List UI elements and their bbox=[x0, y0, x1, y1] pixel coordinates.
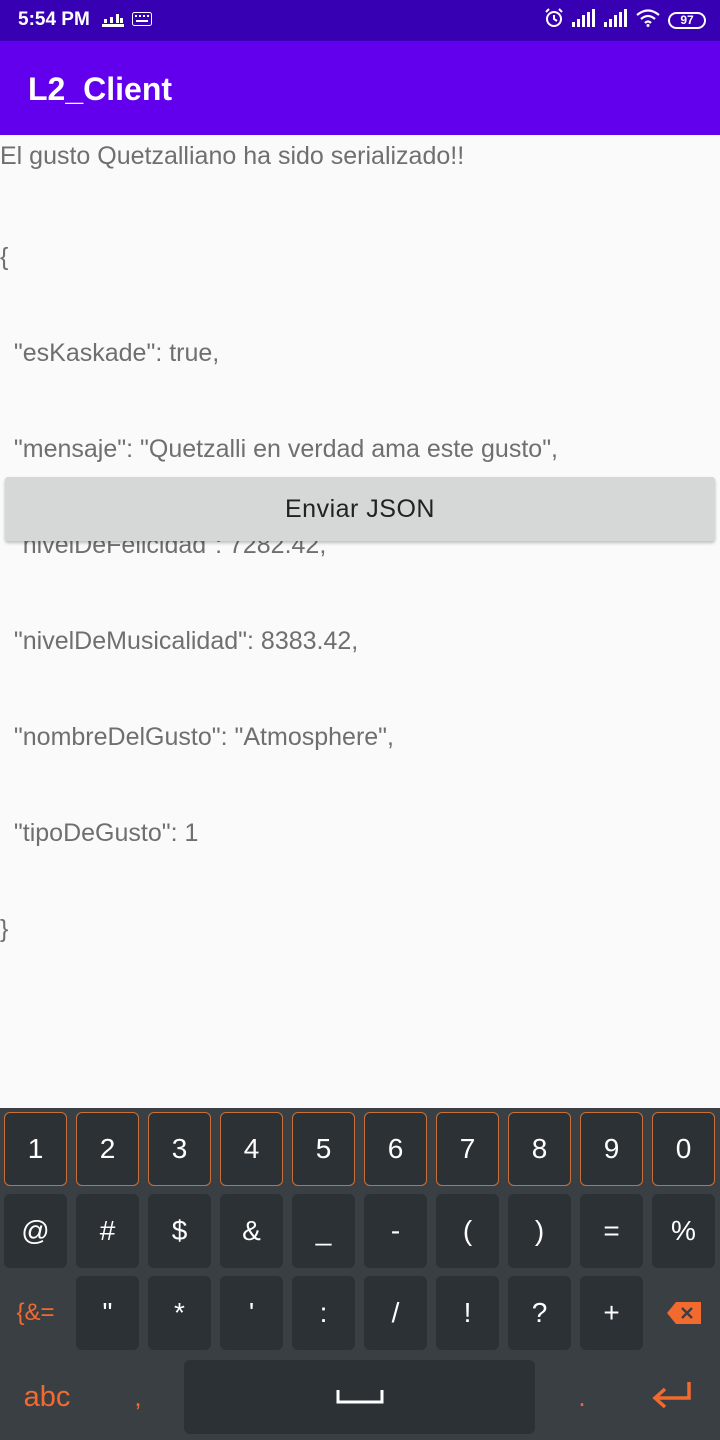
key-7[interactable]: 7 bbox=[436, 1112, 499, 1186]
key-double-quote[interactable]: " bbox=[76, 1276, 139, 1350]
status-bar: 5:54 PM 97 bbox=[0, 0, 720, 41]
key-at[interactable]: @ bbox=[4, 1194, 67, 1268]
signal-icon bbox=[604, 8, 628, 32]
json-line: "nombreDelGusto": "Atmosphere", bbox=[0, 723, 394, 751]
json-line: "mensaje": "Quetzalli en verdad ama este… bbox=[0, 435, 559, 463]
app-title: L2_Client bbox=[28, 71, 173, 107]
signal-icon bbox=[572, 8, 596, 32]
key-asterisk[interactable]: * bbox=[148, 1276, 211, 1350]
status-icons: 97 bbox=[544, 7, 706, 33]
json-line: "nivelDeMusicalidad": 8383.42, bbox=[0, 627, 359, 655]
key-4[interactable]: 4 bbox=[220, 1112, 283, 1186]
key-percent[interactable]: % bbox=[652, 1194, 715, 1268]
key-6[interactable]: 6 bbox=[364, 1112, 427, 1186]
enter-icon bbox=[652, 1382, 691, 1409]
json-line: "tipoDeGusto": 1 bbox=[0, 819, 199, 847]
key-close-paren[interactable]: ) bbox=[508, 1194, 571, 1268]
key-equals[interactable]: = bbox=[580, 1194, 643, 1268]
key-colon[interactable]: : bbox=[292, 1276, 355, 1350]
json-line: { bbox=[0, 243, 9, 271]
battery-icon: 97 bbox=[668, 11, 706, 29]
backspace-icon bbox=[666, 1302, 701, 1324]
key-question[interactable]: ? bbox=[508, 1276, 571, 1350]
key-0[interactable]: 0 bbox=[652, 1112, 715, 1186]
key-exclamation[interactable]: ! bbox=[436, 1276, 499, 1350]
key-plus[interactable]: + bbox=[580, 1276, 643, 1350]
key-hyphen[interactable]: - bbox=[364, 1194, 427, 1268]
key-dollar[interactable]: $ bbox=[148, 1194, 211, 1268]
wifi-icon bbox=[636, 8, 660, 32]
json-output: { "esKaskade": true, "mensaje": "Quetzal… bbox=[0, 177, 558, 977]
key-underscore[interactable]: _ bbox=[292, 1194, 355, 1268]
serialized-message: El gusto Quetzalliano ha sido serializad… bbox=[0, 142, 465, 170]
key-open-paren[interactable]: ( bbox=[436, 1194, 499, 1268]
key-single-quote[interactable]: ' bbox=[220, 1276, 283, 1350]
abc-key[interactable]: abc bbox=[4, 1360, 90, 1434]
backspace-key[interactable] bbox=[652, 1276, 715, 1350]
key-ampersand[interactable]: & bbox=[220, 1194, 283, 1268]
key-9[interactable]: 9 bbox=[580, 1112, 643, 1186]
alarm-icon bbox=[544, 7, 564, 33]
send-json-button[interactable]: Enviar JSON bbox=[5, 477, 715, 541]
app-bar: L2_Client bbox=[0, 41, 720, 135]
space-key[interactable] bbox=[184, 1360, 535, 1434]
key-hash[interactable]: # bbox=[76, 1194, 139, 1268]
symbols-toggle-key[interactable]: {&= bbox=[4, 1276, 67, 1350]
keyboard: 1 2 3 4 5 6 7 8 9 0 @ # $ & _ - ( ) = % … bbox=[0, 1108, 720, 1440]
notification-icon bbox=[102, 12, 124, 33]
comma-key[interactable]: , bbox=[100, 1360, 176, 1434]
json-line: } bbox=[0, 915, 9, 943]
keyboard-icon bbox=[132, 12, 152, 31]
key-5[interactable]: 5 bbox=[292, 1112, 355, 1186]
key-1[interactable]: 1 bbox=[4, 1112, 67, 1186]
json-line: "esKaskade": true, bbox=[0, 339, 220, 367]
key-8[interactable]: 8 bbox=[508, 1112, 571, 1186]
key-3[interactable]: 3 bbox=[148, 1112, 211, 1186]
space-bar-icon bbox=[336, 1390, 383, 1404]
key-2[interactable]: 2 bbox=[76, 1112, 139, 1186]
enter-key[interactable] bbox=[628, 1360, 716, 1434]
status-time: 5:54 PM bbox=[18, 9, 90, 30]
key-slash[interactable]: / bbox=[364, 1276, 427, 1350]
period-key[interactable]: . bbox=[544, 1360, 620, 1434]
